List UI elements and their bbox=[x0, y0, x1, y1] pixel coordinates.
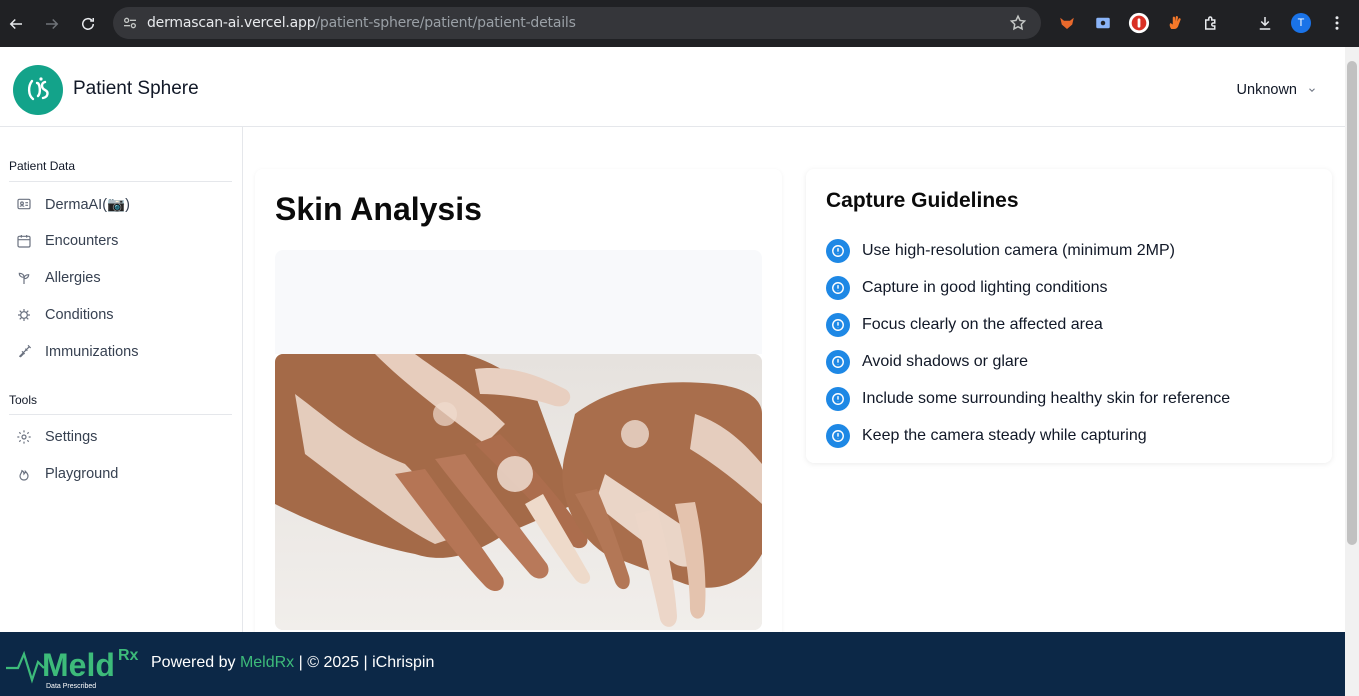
list-item: Capture in good lighting conditions bbox=[826, 269, 1230, 306]
sidebar-item-settings[interactable]: Settings bbox=[16, 425, 97, 449]
sidebar-item-label: Immunizations bbox=[45, 344, 139, 360]
url-path: /patient-sphere/patient/patient-details bbox=[315, 15, 576, 31]
reload-icon[interactable] bbox=[74, 10, 102, 38]
page-scrollbar[interactable] bbox=[1345, 47, 1359, 696]
sidebar: Patient Data DermaAI(📷) Encounters Aller… bbox=[0, 127, 243, 696]
syringe-icon bbox=[18, 344, 32, 358]
browser-toolbar: dermascan-ai.vercel.app/patient-sphere/p… bbox=[0, 0, 1359, 47]
copyright-text: | © 2025 | iChrispin bbox=[294, 654, 435, 671]
app-header: Patient Sphere Unknown bbox=[0, 47, 1345, 127]
page: Patient Sphere Unknown Patient Data Derm… bbox=[0, 47, 1345, 696]
sidebar-item-label: Conditions bbox=[45, 307, 114, 323]
info-icon bbox=[826, 312, 850, 337]
info-icon bbox=[826, 238, 850, 263]
sidebar-item-conditions[interactable]: Conditions bbox=[16, 303, 114, 327]
sidebar-item-label: Allergies bbox=[45, 270, 101, 286]
address-bar[interactable]: dermascan-ai.vercel.app/patient-sphere/p… bbox=[113, 7, 1041, 39]
info-icon bbox=[826, 275, 850, 300]
gear-icon bbox=[17, 430, 31, 444]
list-item: Include some surrounding healthy skin fo… bbox=[826, 380, 1230, 417]
section-divider bbox=[9, 181, 232, 182]
sidebar-item-dermaai[interactable]: DermaAI(📷) bbox=[16, 192, 130, 216]
logo-sup: Rx bbox=[118, 647, 139, 664]
site-settings-icon[interactable] bbox=[113, 15, 147, 31]
capture-guidelines-card: Capture Guidelines Use high-resolution c… bbox=[806, 169, 1332, 463]
calendar-icon bbox=[17, 235, 31, 248]
sidebar-item-label: Playground bbox=[45, 466, 119, 482]
guideline-text: Include some surrounding healthy skin fo… bbox=[862, 389, 1231, 407]
puzzle-extensions-icon[interactable] bbox=[1199, 11, 1223, 35]
info-icon bbox=[826, 386, 850, 411]
forward-icon[interactable] bbox=[38, 10, 66, 38]
list-item: Use high-resolution camera (minimum 2MP) bbox=[826, 232, 1230, 269]
skin-analysis-title: Skin Analysis bbox=[275, 191, 482, 227]
main-content: Skin Analysis Capture Guidelines Use hig… bbox=[243, 127, 1345, 696]
meldrx-logo[interactable]: Meld Rx Data Prescribed bbox=[4, 640, 144, 690]
profile-avatar[interactable]: T bbox=[1291, 13, 1311, 33]
flame-icon bbox=[19, 469, 29, 481]
powered-by-text: Powered by bbox=[151, 654, 240, 671]
scrollbar-thumb[interactable] bbox=[1347, 61, 1357, 545]
sidebar-item-encounters[interactable]: Encounters bbox=[16, 229, 118, 253]
virus-icon bbox=[18, 309, 30, 321]
back-icon[interactable] bbox=[2, 10, 30, 38]
info-icon bbox=[826, 423, 850, 448]
guideline-text: Avoid shadows or glare bbox=[862, 352, 1029, 370]
guideline-text: Use high-resolution camera (minimum 2MP) bbox=[862, 241, 1175, 259]
guideline-text: Focus clearly on the affected area bbox=[862, 315, 1103, 333]
sidebar-item-label: Encounters bbox=[45, 233, 119, 249]
capture-area[interactable] bbox=[275, 250, 762, 354]
url-host: dermascan-ai.vercel.app bbox=[147, 15, 316, 31]
sidebar-item-playground[interactable]: Playground bbox=[16, 462, 118, 486]
app-title: Patient Sphere bbox=[73, 78, 199, 99]
meldrx-link[interactable]: MeldRx bbox=[240, 654, 294, 671]
sidebar-item-label: Settings bbox=[45, 429, 98, 445]
kebab-menu-icon[interactable] bbox=[1325, 11, 1349, 35]
sidebar-item-immunizations[interactable]: Immunizations bbox=[16, 340, 138, 364]
chevron-down-icon bbox=[1309, 88, 1315, 92]
guidelines-list: Use high-resolution camera (minimum 2MP)… bbox=[826, 232, 1230, 454]
section-label-patient-data: Patient Data bbox=[9, 159, 76, 173]
logo-tagline: Data Prescribed bbox=[46, 683, 96, 690]
skin-photo bbox=[275, 354, 762, 630]
sidebar-item-label: DermaAI(📷) bbox=[45, 196, 130, 213]
footer-credit: Powered by MeldRx | © 2025 | iChrispin bbox=[151, 654, 434, 672]
guidelines-title: Capture Guidelines bbox=[826, 189, 1019, 212]
section-label-tools: Tools bbox=[9, 393, 38, 407]
user-menu[interactable]: Unknown bbox=[1237, 82, 1317, 98]
info-icon bbox=[826, 349, 850, 374]
sidebar-item-allergies[interactable]: Allergies bbox=[16, 266, 101, 290]
footer: Meld Rx Data Prescribed Powered by MeldR… bbox=[0, 632, 1345, 696]
list-item: Avoid shadows or glare bbox=[826, 343, 1230, 380]
sprout-icon bbox=[18, 272, 30, 284]
list-item: Focus clearly on the affected area bbox=[826, 306, 1230, 343]
guideline-text: Capture in good lighting conditions bbox=[862, 278, 1108, 296]
hand-extension-icon[interactable] bbox=[1163, 11, 1187, 35]
section-divider bbox=[9, 414, 232, 415]
id-card-icon bbox=[17, 198, 31, 210]
screen-capture-extension-icon[interactable] bbox=[1091, 11, 1115, 35]
user-label: Unknown bbox=[1236, 82, 1297, 98]
patient-sphere-logo[interactable] bbox=[13, 65, 63, 115]
download-icon[interactable] bbox=[1253, 11, 1277, 35]
guideline-text: Keep the camera steady while capturing bbox=[862, 426, 1147, 444]
fox-extension-icon[interactable] bbox=[1055, 11, 1079, 35]
adblock-extension-icon[interactable] bbox=[1127, 11, 1151, 35]
skin-analysis-card: Skin Analysis bbox=[255, 169, 782, 689]
logo-text: Meld bbox=[42, 647, 115, 683]
list-item: Keep the camera steady while capturing bbox=[826, 417, 1230, 454]
bookmark-star-icon[interactable] bbox=[1009, 14, 1027, 37]
